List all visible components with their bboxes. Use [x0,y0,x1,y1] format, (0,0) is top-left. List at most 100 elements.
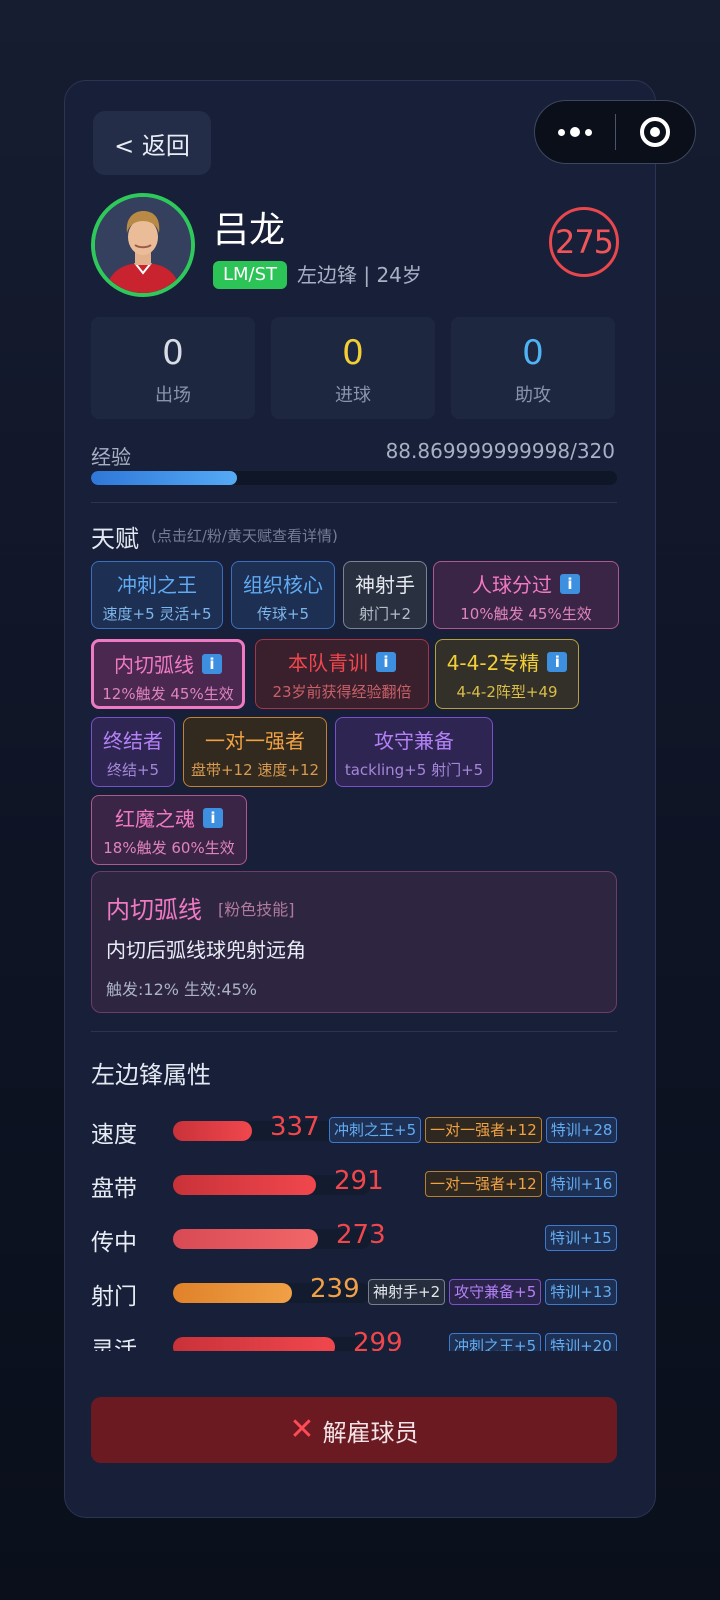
talent-tag[interactable]: 组织核心传球+5 [231,561,335,629]
talent-name-text: 冲刺之王 [117,573,197,597]
talent-tag[interactable]: 冲刺之王速度+5 灵活+5 [91,561,223,629]
talent-name: 本队青训 i [256,647,428,676]
attribute-label: 速度 [91,1122,137,1148]
player-subtitle: 左边锋 | 24岁 [297,263,422,287]
talent-desc: 18%触发 60%生效 [103,839,235,857]
info-icon: i [203,807,223,828]
attribute-label: 灵活 [91,1338,137,1351]
stat-label: 出场 [155,385,191,406]
talent-name: 冲刺之王 [92,569,222,598]
target-icon [640,117,671,147]
talent-tag[interactable]: 本队青训 i 23岁前获得经验翻倍 [255,639,429,709]
talent-tag[interactable]: 神射手射门+2 [343,561,427,629]
detail-talent-type: [粉色技能] [218,900,295,919]
talent-name: 人球分过 i [434,569,618,598]
attribute-row: 灵活 299 冲刺之王+5 特训+20 [65,1327,655,1351]
bonus-badge: 一对一强者+12 [425,1171,542,1197]
talent-tag[interactable]: 终结者终结+5 [91,717,175,787]
stat-value: 0 [342,333,364,373]
stat-label: 进球 [335,385,371,406]
talent-desc: 10%触发 45%生效 [460,605,592,623]
release-player-button[interactable]: ✕ 解雇球员 [91,1397,617,1463]
attribute-bonuses: 冲刺之王+5 一对一强者+12 特训+28 [329,1117,618,1143]
close-icon: ✕ [289,1412,315,1447]
talent-name-text: 内切弧线 [114,653,194,677]
talent-desc: 速度+5 灵活+5 [102,605,212,623]
attribute-bar-fill [173,1175,316,1195]
rating-badge: 275 [549,207,619,277]
bonus-badge: 特训+16 [545,1171,618,1197]
talent-name-text: 终结者 [103,729,163,753]
talent-name: 攻守兼备 [336,725,492,754]
attribute-value: 273 [336,1220,386,1250]
bonus-badge: 特训+20 [545,1333,617,1351]
bonus-badge: 特训+15 [545,1225,617,1251]
talent-name-text: 4-4-2专精 [446,651,540,675]
info-icon: i [202,653,222,674]
talent-tag[interactable]: 4-4-2专精 i 4-4-2阵型+49 [435,639,579,709]
talent-desc: 传球+5 [256,605,310,623]
talent-tag[interactable]: 攻守兼备 tackling+5 射门+5 [335,717,493,787]
close-mini-program-button[interactable] [616,101,696,163]
talent-name-text: 红魔之魂 [115,807,195,831]
mini-program-capsule [534,100,696,164]
talents-title: 天赋 [91,525,139,553]
attribute-bar-fill [173,1121,253,1141]
talent-name: 红魔之魂 i [92,803,246,832]
player-avatar [91,193,195,297]
bonus-badge: 神射手+2 [368,1279,446,1305]
info-icon: i [376,651,396,672]
attribute-bonuses: 特训+15 [545,1225,617,1251]
attributes-scroll-list[interactable]: 速度 337 冲刺之王+5 一对一强者+12 特训+28 盘带 291 一对一强者+12 特训+… [65,1097,655,1351]
stat-label: 助攻 [515,385,551,406]
attribute-value: 291 [334,1166,384,1196]
stat-assists: 0 助攻 [451,317,615,419]
talent-desc: tackling+5 射门+5 [344,761,484,779]
talent-name-text: 人球分过 [472,573,552,597]
player-detail-card: < 返回 吕龙 LM/ST 左边锋 | 24岁 275 0 出场 0 进球 0 … [64,80,656,1518]
attribute-bonuses: 冲刺之王+5 特训+20 [449,1333,617,1351]
talent-desc: 射门+2 [358,605,412,623]
talent-name: 神射手 [344,569,426,598]
talent-desc: 23岁前获得经验翻倍 [272,683,412,701]
bonus-badge: 冲刺之王+5 [449,1333,542,1351]
player-name: 吕龙 [213,210,286,251]
talent-tag[interactable]: 内切弧线 i 12%触发 45%生效 [91,639,245,709]
experience-label: 经验 [91,445,131,469]
talent-desc: 终结+5 [106,761,160,779]
talent-desc: 4-4-2阵型+49 [456,683,558,701]
talent-name-text: 神射手 [355,573,415,597]
back-button[interactable]: < 返回 [93,111,211,175]
more-menu-button[interactable] [535,101,615,163]
talent-name-text: 一对一强者 [205,729,305,753]
talent-name-text: 组织核心 [243,573,323,597]
talent-desc: 12%触发 45%生效 [102,685,234,703]
info-icon: i [547,651,568,672]
divider [91,502,617,503]
talent-name-text: 攻守兼备 [374,729,454,753]
talent-name: 组织核心 [232,569,334,598]
talent-name: 4-4-2专精 i [436,647,578,676]
player-portrait-image [95,197,191,293]
talent-name: 终结者 [92,725,174,754]
attributes-title: 左边锋属性 [91,1061,211,1089]
attribute-bar [173,1337,371,1351]
attribute-bar-fill [173,1283,292,1303]
talent-tag[interactable]: 红魔之魂 i 18%触发 60%生效 [91,795,247,865]
divider [91,1031,617,1032]
position-badge: LM/ST [213,261,288,289]
attribute-row: 射门 239 神射手+2 攻守兼备+5 特训+13 [65,1273,655,1313]
talent-tag[interactable]: 一对一强者 盘带+12 速度+12 [183,717,327,787]
attribute-bonuses: 神射手+2 攻守兼备+5 特训+13 [368,1279,617,1305]
bonus-badge: 攻守兼备+5 [449,1279,542,1305]
attribute-value: 337 [270,1112,320,1142]
release-player-label: 解雇球员 [322,1418,419,1447]
attribute-row: 速度 337 冲刺之王+5 一对一强者+12 特训+28 [65,1111,655,1151]
talent-tag[interactable]: 人球分过 i 10%触发 45%生效 [433,561,619,629]
attribute-label: 盘带 [91,1176,137,1202]
info-icon: i [560,573,580,594]
attribute-value: 299 [353,1328,403,1351]
talent-detail-panel: 内切弧线 [粉色技能] 内切后弧线球兜射远角 触发:12% 生效:45% [91,871,617,1013]
talent-name-text: 本队青训 [288,651,368,675]
attribute-bonuses: 一对一强者+12 特训+16 [425,1171,618,1197]
